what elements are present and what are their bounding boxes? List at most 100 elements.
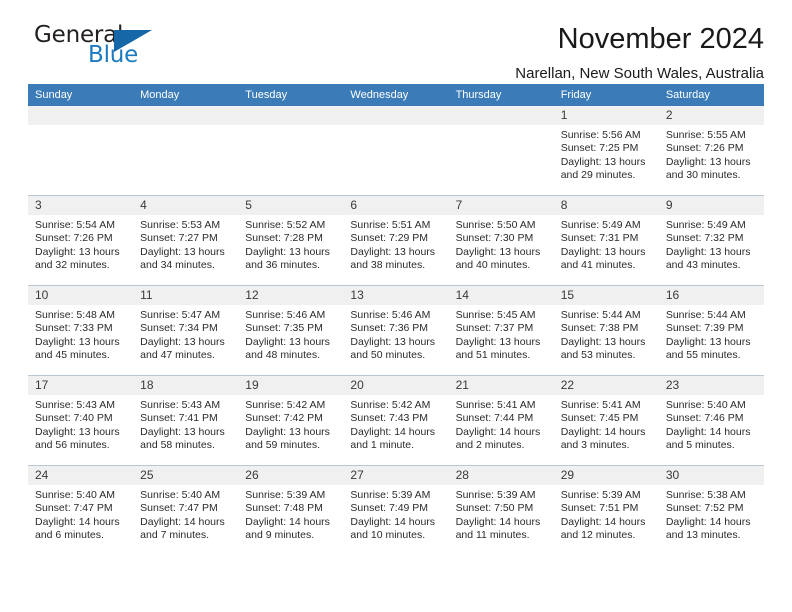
calendar-day-cell[interactable]: 9 Sunrise: 5:49 AM Sunset: 7:32 PM Daylight… [658,195,764,286]
day-details: Sunrise: 5:39 AM Sunset: 7:48 PM Daylight:… [238,485,343,543]
sunset-time: Sunset: 7:36 PM [350,322,429,335]
sunrise-time: Sunrise: 5:38 AM [665,489,746,501]
calendar-day-cell[interactable]: 24 Sunrise: 5:40 AM Sunset: 7:47 PM Dayligh… [28,465,134,555]
calendar-day-cell[interactable]: 17 Sunrise: 5:43 AM Sunset: 7:40 PM Dayligh… [28,375,134,466]
calendar-day-cell[interactable]: 28 Sunrise: 5:39 AM Sunset: 7:50 PM Dayligh… [448,465,554,555]
calendar-day-cell[interactable]: 8 Sunrise: 5:49 AM Sunset: 7:31 PM Daylight… [553,195,659,286]
sunrise-time: Sunrise: 5:43 AM [35,399,115,411]
sunset-time: Sunset: 7:49 PM [350,502,429,515]
daylight-duration-line1: Daylight: 13 hours [140,425,225,438]
general-blue-logo[interactable]: General Blue [28,22,158,74]
daylight-duration-line2: and 51 minutes. [455,349,531,362]
calendar-day-cell[interactable]: 14 Sunrise: 5:45 AM Sunset: 7:37 PM Dayligh… [448,285,554,376]
day-details: Sunrise: 5:54 AM Sunset: 7:26 PM Daylight:… [28,215,133,273]
calendar-day-cell[interactable]: 21 Sunrise: 5:41 AM Sunset: 7:44 PM Dayligh… [448,375,554,466]
daylight-duration-line1: Daylight: 13 hours [140,335,225,348]
calendar-day-cell[interactable]: 29 Sunrise: 5:39 AM Sunset: 7:51 PM Dayligh… [553,465,659,555]
sunrise-time: Sunrise: 5:55 AM [665,129,746,141]
day-number: 18 [133,376,239,395]
daylight-duration-line1: Daylight: 13 hours [665,155,751,168]
calendar-day-cell[interactable]: 18 Sunrise: 5:43 AM Sunset: 7:41 PM Dayligh… [133,375,239,466]
day-number: 23 [658,376,764,395]
day-number: 11 [133,286,239,305]
calendar-day-cell[interactable]: 23 Sunrise: 5:40 AM Sunset: 7:46 PM Dayligh… [658,375,764,466]
daylight-duration-line1: Daylight: 14 hours [140,515,225,528]
day-number: 6 [343,196,449,215]
sunrise-time: Sunrise: 5:39 AM [560,489,641,501]
daylight-duration-line2: and 38 minutes. [350,259,426,272]
day-details: Sunrise: 5:55 AM Sunset: 7:26 PM Daylight:… [659,125,764,183]
day-details: Sunrise: 5:48 AM Sunset: 7:33 PM Daylight:… [28,305,133,363]
calendar-day-cell[interactable]: 16 Sunrise: 5:44 AM Sunset: 7:39 PM Dayligh… [658,285,764,376]
calendar-week-row: 3 Sunrise: 5:54 AM Sunset: 7:26 PM Daylight… [28,195,764,286]
day-details: Sunrise: 5:51 AM Sunset: 7:29 PM Daylight:… [343,215,448,273]
calendar-day-cell[interactable]: 3 Sunrise: 5:54 AM Sunset: 7:26 PM Daylight… [28,195,134,286]
calendar-day-cell[interactable]: 19 Sunrise: 5:42 AM Sunset: 7:42 PM Dayligh… [238,375,344,466]
daylight-duration-line1: Daylight: 13 hours [665,335,751,348]
calendar-day-cell[interactable]: 25 Sunrise: 5:40 AM Sunset: 7:47 PM Dayligh… [133,465,239,555]
sunset-time: Sunset: 7:52 PM [665,502,744,515]
sunset-time: Sunset: 7:51 PM [560,502,639,515]
daylight-duration-line2: and 55 minutes. [665,349,741,362]
calendar-day-cell[interactable]: 11 Sunrise: 5:47 AM Sunset: 7:34 PM Dayligh… [133,285,239,376]
daylight-duration-line2: and 13 minutes. [665,529,741,542]
calendar-cell-empty [133,106,239,196]
daylight-duration-line1: Daylight: 14 hours [35,515,120,528]
day-details: Sunrise: 5:42 AM Sunset: 7:43 PM Daylight:… [343,395,448,453]
calendar-day-cell[interactable]: 2 Sunrise: 5:55 AM Sunset: 7:26 PM Daylight… [658,106,764,196]
day-details: Sunrise: 5:49 AM Sunset: 7:32 PM Daylight:… [659,215,764,273]
sunset-time: Sunset: 7:43 PM [350,412,429,425]
sunset-time: Sunset: 7:34 PM [140,322,218,335]
day-number: 1 [553,106,659,125]
calendar-day-cell[interactable]: 10 Sunrise: 5:48 AM Sunset: 7:33 PM Dayligh… [28,285,134,376]
daylight-duration-line1: Daylight: 13 hours [560,155,646,168]
day-number: 5 [238,196,344,215]
day-details: Sunrise: 5:45 AM Sunset: 7:37 PM Daylight:… [449,305,554,363]
daylight-duration-line2: and 50 minutes. [350,349,426,362]
calendar-day-cell[interactable]: 27 Sunrise: 5:39 AM Sunset: 7:49 PM Dayligh… [343,465,449,555]
sunset-time: Sunset: 7:28 PM [245,232,323,245]
calendar-day-cell[interactable]: 20 Sunrise: 5:42 AM Sunset: 7:43 PM Dayligh… [343,375,449,466]
day-number [28,106,134,125]
calendar-day-cell[interactable]: 1 Sunrise: 5:56 AM Sunset: 7:25 PM Daylight… [553,106,659,196]
daylight-duration-line1: Daylight: 13 hours [35,335,120,348]
daylight-duration-line1: Daylight: 13 hours [245,335,330,348]
calendar-day-cell[interactable]: 4 Sunrise: 5:53 AM Sunset: 7:27 PM Daylight… [133,195,239,286]
calendar-day-cell[interactable]: 6 Sunrise: 5:51 AM Sunset: 7:29 PM Daylight… [343,195,449,286]
day-details: Sunrise: 5:53 AM Sunset: 7:27 PM Daylight:… [133,215,238,273]
day-number: 16 [658,286,764,305]
sunrise-time: Sunrise: 5:46 AM [350,309,431,321]
sunrise-time: Sunrise: 5:56 AM [560,129,641,141]
calendar-day-cell[interactable]: 30 Sunrise: 5:38 AM Sunset: 7:52 PM Dayligh… [658,465,764,555]
daylight-duration-line2: and 53 minutes. [560,349,636,362]
daylight-duration-line1: Daylight: 13 hours [140,245,225,258]
daylight-duration-line2: and 32 minutes. [35,259,110,272]
day-number: 21 [448,376,554,395]
sunset-time: Sunset: 7:31 PM [560,232,639,245]
sunrise-time: Sunrise: 5:54 AM [35,219,115,231]
calendar-page: General Blue November 2024 Narellan, New… [0,0,792,612]
calendar-day-cell[interactable]: 26 Sunrise: 5:39 AM Sunset: 7:48 PM Dayligh… [238,465,344,555]
calendar-cell-empty [28,106,134,196]
calendar-week-row: 17 Sunrise: 5:43 AM Sunset: 7:40 PM Dayligh… [28,375,764,466]
calendar-day-cell[interactable]: 5 Sunrise: 5:52 AM Sunset: 7:28 PM Daylight… [238,195,344,286]
sunrise-time: Sunrise: 5:45 AM [455,309,536,321]
daylight-duration-line2: and 30 minutes. [665,169,741,182]
day-number: 17 [28,376,134,395]
sunset-time: Sunset: 7:33 PM [35,322,113,335]
day-details: Sunrise: 5:39 AM Sunset: 7:51 PM Daylight:… [554,485,659,543]
daylight-duration-line2: and 9 minutes. [245,529,315,542]
calendar-day-cell[interactable]: 12 Sunrise: 5:46 AM Sunset: 7:35 PM Dayligh… [238,285,344,376]
calendar-day-cell[interactable]: 13 Sunrise: 5:46 AM Sunset: 7:36 PM Dayligh… [343,285,449,376]
day-number: 25 [133,466,239,485]
day-details: Sunrise: 5:50 AM Sunset: 7:30 PM Daylight:… [449,215,554,273]
day-number [238,106,344,125]
calendar-day-cell[interactable]: 22 Sunrise: 5:41 AM Sunset: 7:45 PM Dayligh… [553,375,659,466]
sunrise-time: Sunrise: 5:44 AM [560,309,641,321]
calendar-day-cell[interactable]: 15 Sunrise: 5:44 AM Sunset: 7:38 PM Dayligh… [553,285,659,376]
day-number: 26 [238,466,344,485]
sunrise-time: Sunrise: 5:47 AM [140,309,221,321]
sunset-time: Sunset: 7:27 PM [140,232,218,245]
calendar-day-cell[interactable]: 7 Sunrise: 5:50 AM Sunset: 7:30 PM Daylight… [448,195,554,286]
daylight-duration-line1: Daylight: 13 hours [560,335,646,348]
